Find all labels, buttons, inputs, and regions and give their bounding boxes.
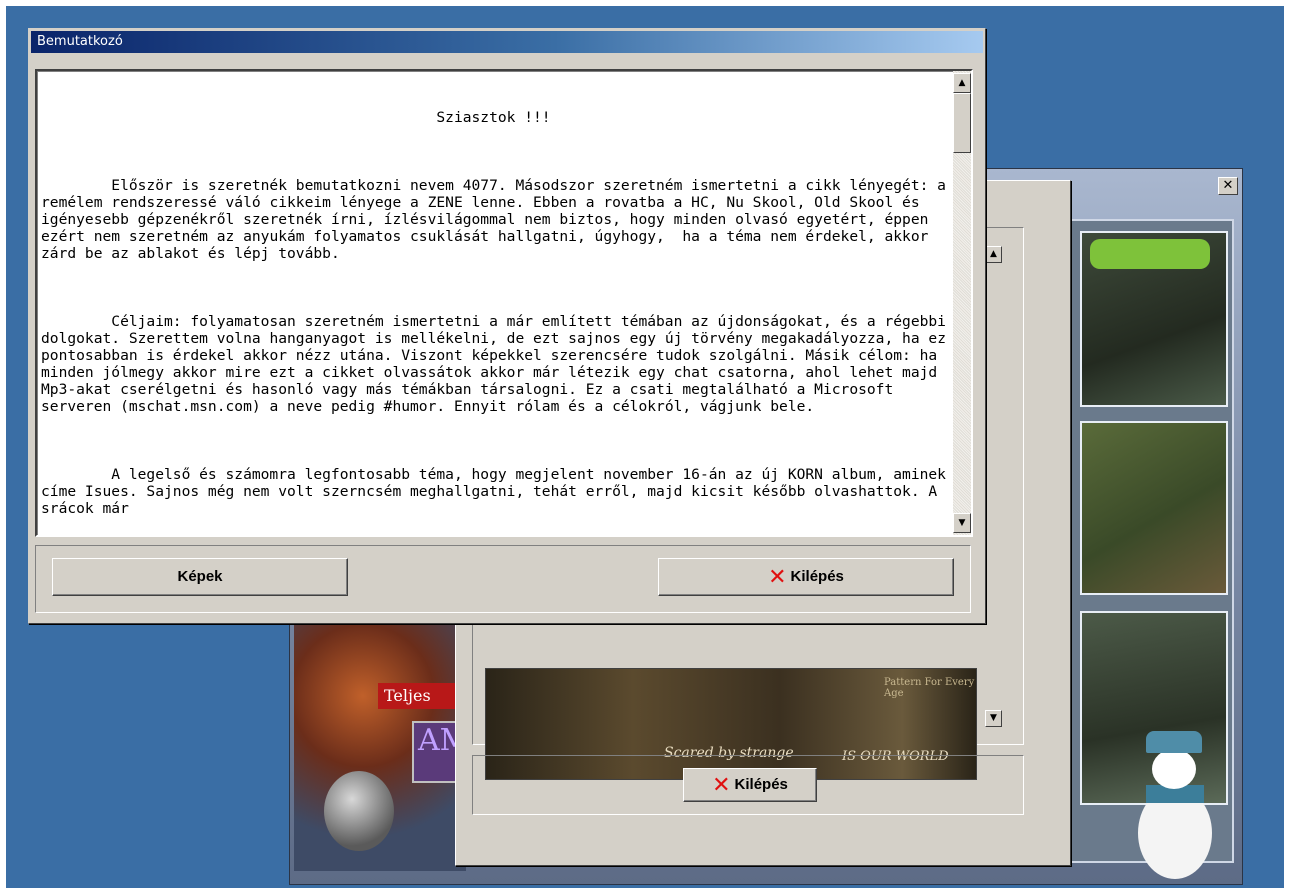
- dialog-button-bar: Képek ✕ Kilépés: [35, 545, 971, 613]
- red-x-icon: ✕: [712, 772, 731, 798]
- game-screenshot-2[interactable]: [1080, 421, 1228, 595]
- scroll-up-button[interactable]: ▲: [985, 246, 1002, 263]
- article-text: Sziasztok !!! Először is szeretnék bemut…: [41, 75, 955, 535]
- picture-button-bar: ✕ Kilépés: [472, 755, 1024, 815]
- close-icon[interactable]: ✕: [1218, 177, 1238, 195]
- picture-exit-button[interactable]: ✕ Kilépés: [683, 768, 817, 802]
- article-paragraph: Céljaim: folyamatosan szeretném ismertet…: [41, 313, 955, 415]
- collage-caption-3: Pattern For Every Age: [884, 677, 975, 699]
- pendant-decoration: [324, 771, 394, 851]
- scroll-down-button[interactable]: ▼: [985, 710, 1002, 727]
- article-paragraph: A legelső és számomra legfontosabb téma,…: [41, 466, 955, 517]
- exit-button[interactable]: ✕ Kilépés: [658, 558, 954, 596]
- game-screenshot-1[interactable]: [1080, 231, 1228, 407]
- window-title: Bemutatkozó: [37, 34, 123, 49]
- vertical-scrollbar[interactable]: ▲ ▼: [953, 71, 971, 535]
- left-decoration: Teljes AM: [294, 621, 470, 871]
- scroll-thumb[interactable]: [953, 93, 971, 153]
- article-heading: Sziasztok !!!: [436, 109, 551, 126]
- bemutatkozo-dialog: Bemutatkozó Sziasztok !!! Először is sze…: [28, 28, 986, 624]
- red-x-icon: ✕: [768, 564, 787, 590]
- article-paragraph: Először is szeretnék bemutatkozni nevem …: [41, 177, 955, 262]
- snowman-decoration: [1128, 731, 1224, 881]
- title-bar[interactable]: Bemutatkozó: [31, 31, 983, 53]
- snowman-head: [1152, 749, 1196, 789]
- snowman-hat: [1146, 731, 1202, 753]
- decor-label-teljes: Teljes: [378, 683, 462, 709]
- pictures-button[interactable]: Képek: [52, 558, 348, 596]
- scroll-down-button[interactable]: ▼: [953, 513, 971, 533]
- article-textbox[interactable]: Sziasztok !!! Először is szeretnék bemut…: [35, 69, 973, 537]
- scroll-up-button[interactable]: ▲: [953, 73, 971, 93]
